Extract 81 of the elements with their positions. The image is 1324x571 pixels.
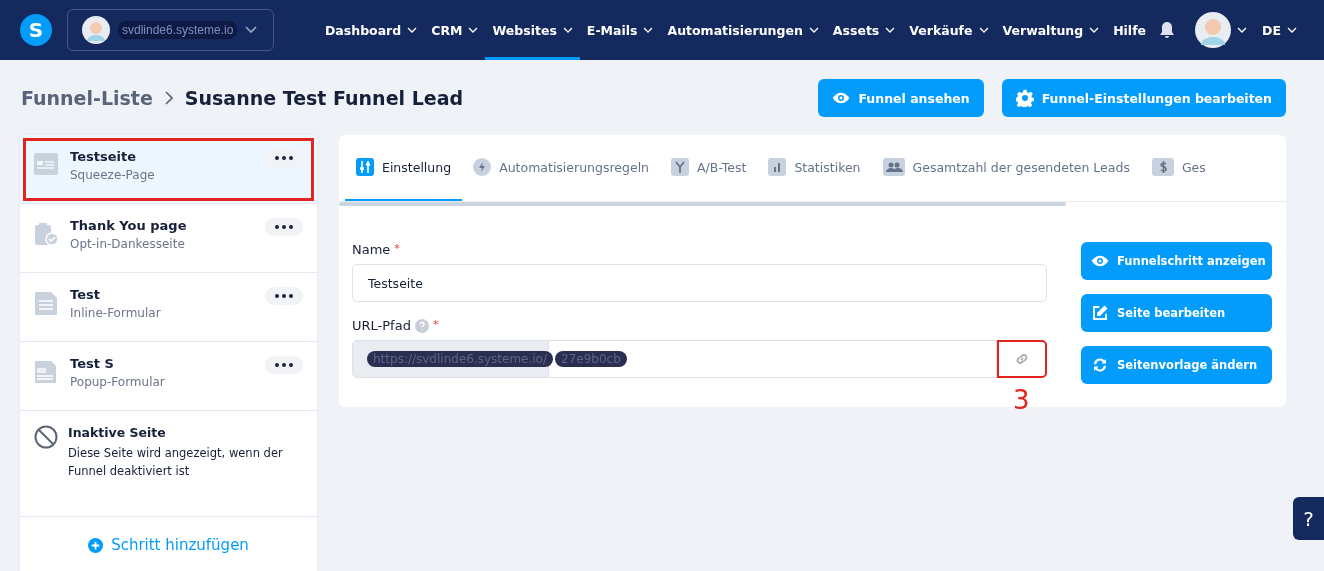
step-title: Testseite (70, 149, 137, 164)
clipboard-check-icon (34, 222, 58, 246)
chevron-down-icon (562, 27, 573, 33)
nav-menu-item[interactable]: Hilfe (1106, 0, 1154, 60)
account-switcher[interactable]: svdlinde6.systeme.io (67, 9, 274, 51)
tab[interactable]: Ges (1140, 135, 1217, 201)
chevron-right-icon (164, 91, 173, 105)
more-icon (275, 225, 293, 229)
bolt-icon (473, 158, 492, 176)
step-title: Test S (70, 356, 115, 371)
nav-menu-item[interactable]: Websites (485, 0, 580, 60)
dollar-icon (1151, 158, 1174, 176)
field-label: Name (352, 242, 391, 257)
nav-menu-item[interactable]: E-Mails (579, 0, 661, 60)
funnel-step-item[interactable]: Thank You page Opt-in-Dankesseite (20, 204, 317, 273)
step-title: Test (70, 287, 101, 302)
users-icon (882, 158, 905, 176)
copy-link-button[interactable] (997, 340, 1047, 378)
sliders-icon (356, 158, 374, 176)
tab[interactable]: Gesamtzahl der gesendeten Leads (871, 135, 1141, 201)
tab[interactable]: A/B-Test (660, 135, 758, 201)
funnel-step-item[interactable]: Testseite Squeeze-Page (20, 135, 317, 204)
link-icon (1014, 351, 1030, 367)
more-icon (275, 294, 293, 298)
more-options-button[interactable] (265, 356, 303, 374)
chevron-down-icon (1287, 27, 1297, 33)
inactive-page-title: Inaktive Seite (68, 425, 167, 440)
avatar-icon (1195, 12, 1232, 48)
breadcrumb-link[interactable]: Funnel-Liste (21, 87, 153, 109)
funnel-step-item[interactable]: Test S Popup-Formular (20, 342, 317, 411)
inactive-page-description: Diese Seite wird angezeigt, wenn der Funnel deaktiviert ist (68, 445, 284, 480)
annotation-number: 3 (1013, 384, 1030, 416)
document-icon (34, 291, 58, 315)
avatar-icon (82, 16, 110, 44)
nav-menu-item[interactable]: CRM (424, 0, 486, 60)
help-button[interactable]: ? (1293, 497, 1324, 540)
required-mark: * (432, 318, 439, 331)
step-type: Squeeze-Page (70, 168, 156, 182)
language-selector[interactable]: DE (1255, 0, 1304, 60)
chevron-down-icon (808, 27, 819, 33)
chevron-down-icon (1089, 27, 1100, 33)
required-mark: * (394, 242, 400, 255)
step-title: Thank You page (70, 218, 188, 233)
chevron-down-icon (468, 27, 479, 33)
page-title: Susanne Test Funnel Lead (184, 87, 464, 109)
nav-menu-item[interactable]: Verwaltung (995, 0, 1107, 60)
settings-icon (1015, 89, 1034, 107)
chevron-down-icon (245, 26, 258, 34)
page-icon (34, 153, 58, 175)
notification-bell-icon[interactable] (1159, 21, 1176, 39)
tab[interactable]: Automatisierungsregeln (462, 135, 661, 201)
nav-menu-item[interactable]: Automatisierungen (660, 0, 826, 60)
bar-chart-icon (768, 158, 787, 176)
chevron-down-icon (1237, 27, 1248, 33)
tab[interactable]: Statistiken (757, 135, 872, 201)
account-name: svdlinde6.systeme.io (118, 21, 238, 39)
more-options-button[interactable] (265, 287, 303, 305)
chevron-down-icon (643, 27, 654, 33)
split-icon (671, 158, 690, 176)
more-icon (275, 363, 293, 367)
more-options-button[interactable] (265, 149, 303, 167)
scrollbar-thumb[interactable] (339, 202, 1066, 206)
popup-page-icon (34, 360, 58, 384)
step-type: Popup-Formular (70, 375, 166, 389)
more-options-button[interactable] (265, 218, 303, 236)
nav-menu-item[interactable]: Verkäufe (902, 0, 996, 60)
chevron-down-icon (978, 27, 989, 33)
step-type: Opt-in-Dankesseite (70, 237, 186, 251)
nav-menu-item[interactable]: Dashboard (318, 0, 425, 60)
field-label: URL-Pfad (352, 318, 411, 333)
edit-icon (1091, 304, 1109, 322)
funnel-step-item[interactable]: Test Inline-Formular (20, 273, 317, 342)
more-icon (275, 156, 293, 160)
refresh-icon (1091, 356, 1109, 374)
nav-menu-item[interactable]: Assets (825, 0, 903, 60)
chevron-down-icon (407, 27, 418, 33)
plus-circle-icon (88, 537, 104, 553)
step-type: Inline-Formular (70, 306, 162, 320)
chevron-down-icon (885, 27, 896, 33)
disabled-icon (34, 425, 58, 449)
name-input-field[interactable]: Testseite (352, 264, 1047, 302)
